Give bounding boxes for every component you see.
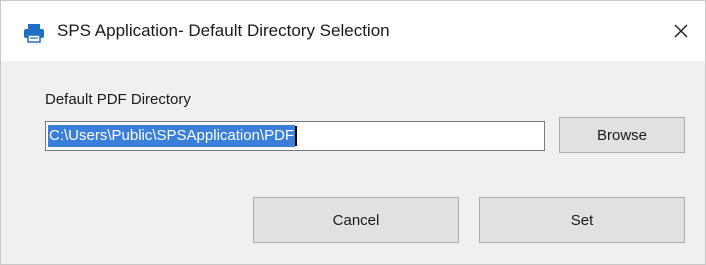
directory-path-input[interactable]: C:\Users\Public\SPSApplication\PDF: [45, 121, 545, 151]
directory-label: Default PDF Directory: [45, 91, 191, 108]
cancel-button[interactable]: Cancel: [253, 197, 459, 243]
title-bar: SPS Application- Default Directory Selec…: [1, 1, 705, 61]
close-button[interactable]: [663, 13, 699, 49]
window-title: SPS Application- Default Directory Selec…: [57, 21, 390, 40]
close-icon: [674, 24, 688, 38]
text-caret: [295, 125, 298, 146]
dialog-window: SPS Application- Default Directory Selec…: [0, 0, 706, 265]
dialog-body: Default PDF Directory C:\Users\Public\SP…: [1, 61, 705, 264]
set-button[interactable]: Set: [479, 197, 685, 243]
selected-path-text: C:\Users\Public\SPSApplication\PDF: [48, 125, 296, 147]
browse-button[interactable]: Browse: [559, 117, 685, 153]
printer-icon: [23, 23, 45, 43]
